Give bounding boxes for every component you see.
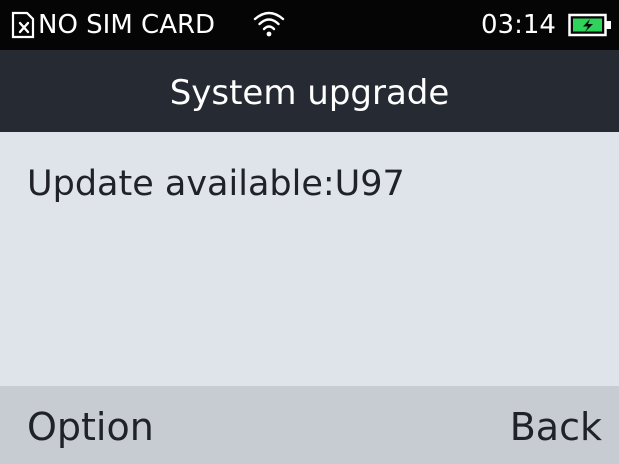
- back-softkey[interactable]: Back: [510, 404, 602, 450]
- phone-screen: NO SIM CARD 03:14 System upgrade Update …: [0, 0, 619, 464]
- clock: 03:14: [481, 10, 556, 40]
- page-title: System upgrade: [169, 72, 450, 113]
- softkey-bar: Option Back: [0, 386, 619, 464]
- content-area: Update available:U97: [0, 132, 619, 386]
- battery-charging-icon: [568, 13, 611, 37]
- wifi-icon: [253, 11, 285, 37]
- title-bar: System upgrade: [0, 50, 619, 132]
- option-softkey[interactable]: Option: [27, 404, 154, 450]
- update-available-message: Update available:U97: [27, 164, 405, 204]
- carrier-status: NO SIM CARD: [38, 10, 216, 40]
- no-sim-icon: [11, 11, 35, 39]
- status-bar: NO SIM CARD 03:14: [0, 0, 619, 50]
